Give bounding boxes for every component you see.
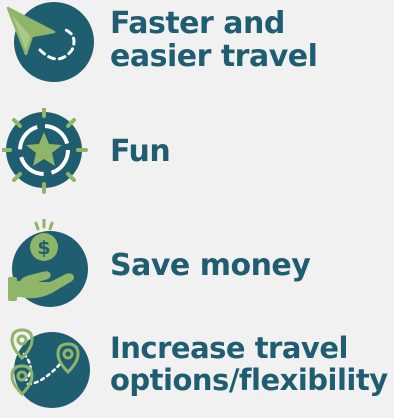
benefit-label: Fun xyxy=(110,134,171,169)
star-icon xyxy=(2,108,96,202)
money-hand-icon: $ xyxy=(2,219,96,313)
benefit-label: Increase travel options/flexibility xyxy=(110,332,388,396)
label-line: Save money xyxy=(110,248,311,283)
label-line: Increase travel xyxy=(110,331,348,365)
label-line: Fun xyxy=(110,134,171,169)
paper-plane-icon xyxy=(2,0,96,90)
benefit-label: Save money xyxy=(110,248,311,283)
label-line: options/flexibility xyxy=(110,363,388,397)
benefit-fun: Fun xyxy=(0,103,394,194)
benefit-label: Faster and easier travel xyxy=(110,6,318,74)
label-line: Faster and xyxy=(110,6,285,41)
benefit-travel-options: Increase travel options/flexibility xyxy=(0,318,394,408)
svg-text:$: $ xyxy=(37,237,50,259)
benefit-faster-travel: Faster and easier travel xyxy=(0,0,394,90)
benefit-save-money: $ Save money xyxy=(0,212,394,307)
label-line: easier travel xyxy=(110,39,318,74)
